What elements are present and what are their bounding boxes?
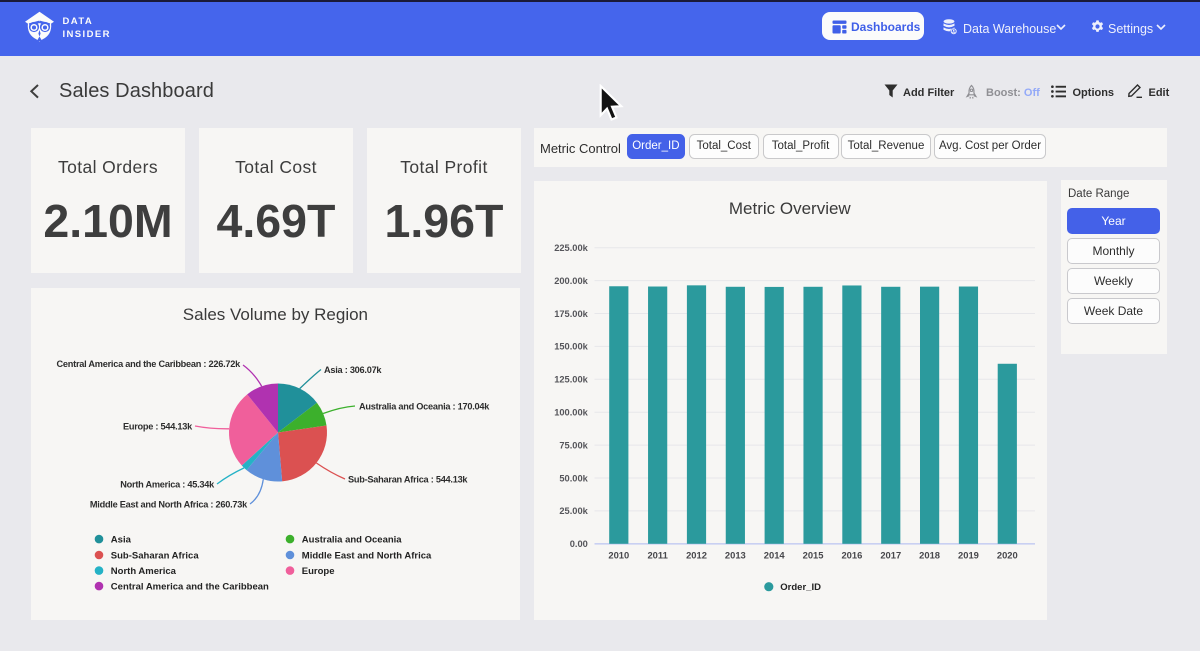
svg-text:Europe: Europe bbox=[302, 566, 335, 577]
svg-text:25.00k: 25.00k bbox=[559, 506, 588, 516]
svg-text:50.00k: 50.00k bbox=[559, 473, 588, 483]
svg-text:125.00k: 125.00k bbox=[554, 375, 588, 385]
svg-text:2012: 2012 bbox=[686, 550, 707, 561]
svg-text:2015: 2015 bbox=[803, 550, 824, 561]
svg-text:North America : 45.34k: North America : 45.34k bbox=[120, 480, 215, 490]
svg-text:150.00k: 150.00k bbox=[554, 342, 588, 352]
svg-text:2014: 2014 bbox=[764, 550, 786, 561]
svg-text:Order_ID: Order_ID bbox=[780, 582, 821, 593]
svg-text:2018: 2018 bbox=[919, 550, 940, 561]
svg-text:Central America and the Caribb: Central America and the Caribbean : 226.… bbox=[57, 359, 242, 369]
svg-text:Middle East and North Africa: Middle East and North Africa bbox=[302, 550, 432, 561]
svg-text:175.00k: 175.00k bbox=[554, 309, 588, 319]
svg-text:225.00k: 225.00k bbox=[554, 243, 588, 253]
svg-text:2020: 2020 bbox=[997, 550, 1018, 561]
svg-text:Europe : 544.13k: Europe : 544.13k bbox=[123, 422, 193, 432]
svg-text:100.00k: 100.00k bbox=[554, 408, 588, 418]
svg-text:North America: North America bbox=[111, 566, 177, 577]
svg-text:Asia : 306.07k: Asia : 306.07k bbox=[324, 365, 382, 375]
svg-text:Australia and Oceania : 170.04: Australia and Oceania : 170.04k bbox=[359, 402, 490, 412]
svg-text:0.00: 0.00 bbox=[570, 539, 588, 549]
svg-text:2016: 2016 bbox=[841, 550, 862, 561]
svg-text:2019: 2019 bbox=[958, 550, 979, 561]
svg-text:2017: 2017 bbox=[880, 550, 901, 561]
svg-text:Middle East and North Africa :: Middle East and North Africa : 260.73k bbox=[90, 500, 248, 510]
svg-text:Sub-Saharan Africa: Sub-Saharan Africa bbox=[111, 550, 200, 561]
svg-text:Asia: Asia bbox=[111, 535, 132, 546]
svg-text:Australia and Oceania: Australia and Oceania bbox=[302, 535, 403, 546]
svg-text:Central America and the Caribb: Central America and the Caribbean bbox=[111, 582, 269, 593]
svg-text:75.00k: 75.00k bbox=[559, 440, 588, 450]
svg-text:200.00k: 200.00k bbox=[554, 276, 588, 286]
svg-text:2011: 2011 bbox=[647, 550, 667, 561]
svg-text:2013: 2013 bbox=[725, 550, 746, 561]
svg-text:2010: 2010 bbox=[608, 550, 629, 561]
svg-text:Sales Volume by Region: Sales Volume by Region bbox=[183, 305, 368, 324]
svg-text:Sub-Saharan Africa : 544.13k: Sub-Saharan Africa : 544.13k bbox=[348, 475, 468, 485]
svg-text:Metric Overview: Metric Overview bbox=[729, 199, 852, 218]
